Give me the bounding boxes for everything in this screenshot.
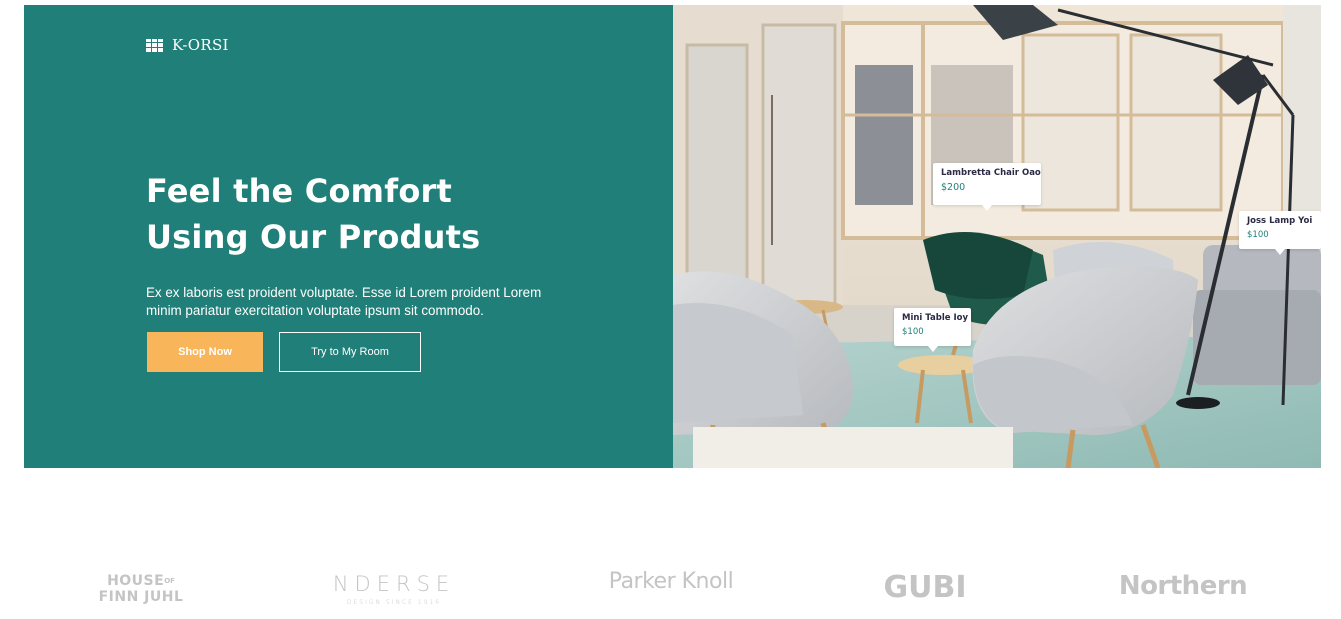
partner-logo-text: NDERSE <box>332 572 456 596</box>
partner-logo-nderse: NDERSE DESIGN SINCE 1916 <box>328 572 460 606</box>
hero-description: Ex ex laboris est proident voluptate. Es… <box>146 285 542 318</box>
logo-text: K-ORSI <box>172 36 229 54</box>
try-in-room-button[interactable]: Try to My Room <box>279 332 421 372</box>
hero-text-panel: K-ORSI Feel the Comfort Using Our Produt… <box>24 5 673 468</box>
partner-logo-house-of-finn-juhl: HOUSEOF FINN JUHL <box>96 573 186 605</box>
partner-logo-text: FINN JUHL <box>98 589 184 605</box>
partner-logo-text: OF <box>164 577 175 585</box>
product-tag-price: $100 <box>902 327 924 337</box>
product-tag-name: Lambretta Chair Oao <box>941 168 1041 178</box>
product-tag[interactable]: Joss Lamp Yoi $100 <box>1239 211 1321 255</box>
partner-logo-text: HOUSE <box>107 573 165 589</box>
headline-line-2: Using Our Produts <box>146 218 481 256</box>
logo[interactable]: K-ORSI <box>146 36 229 54</box>
product-tag[interactable]: Lambretta Chair Oao $200 <box>933 163 1041 211</box>
product-tag-price: $200 <box>941 182 966 193</box>
room-photo <box>673 5 1321 468</box>
headline-line-1: Feel the Comfort <box>146 172 452 210</box>
hero-image-panel: Lambretta Chair Oao $200 Joss Lamp Yoi $… <box>673 5 1321 468</box>
hero-section: K-ORSI Feel the Comfort Using Our Produt… <box>24 5 1321 468</box>
shop-now-button[interactable]: Shop Now <box>147 332 263 372</box>
partner-logo-northern: Northern <box>1118 571 1248 601</box>
product-tag-name: Joss Lamp Yoi <box>1247 216 1313 226</box>
product-tag[interactable]: Mini Table Ioy $100 <box>894 308 971 352</box>
grid-icon <box>146 38 163 52</box>
product-tag-price: $100 <box>1247 230 1269 240</box>
partner-logos: HOUSEOF FINN JUHL NDERSE DESIGN SINCE 19… <box>0 560 1341 619</box>
product-tag-name: Mini Table Ioy <box>902 313 968 323</box>
hero-headline: Feel the Comfort Using Our Produts <box>146 168 566 260</box>
partner-logo-subtext: DESIGN SINCE 1916 <box>346 599 442 606</box>
partner-logo-parker-knoll: Parker Knoll <box>608 569 734 594</box>
partner-logo-gubi: GUBI <box>883 570 967 605</box>
